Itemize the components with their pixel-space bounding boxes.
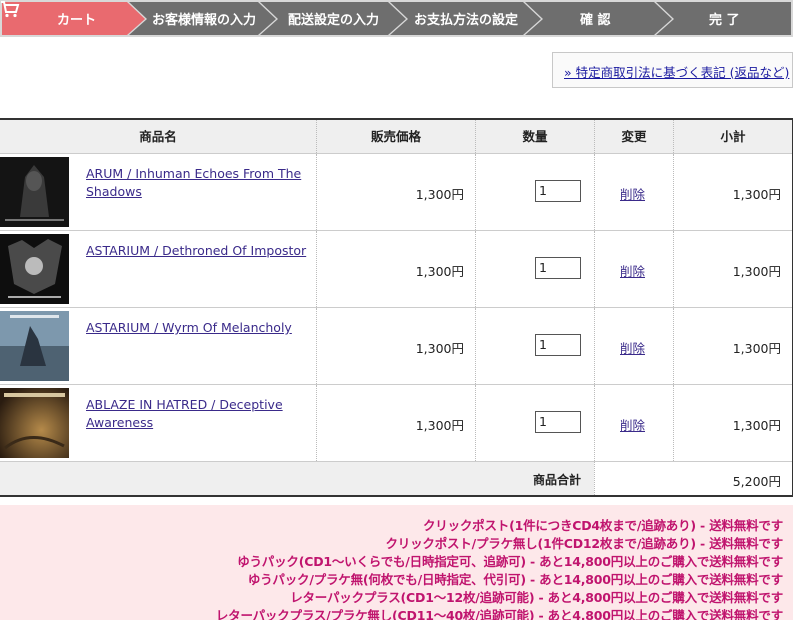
row-subtotal: 1,300円: [732, 341, 781, 356]
checkout-steps: カート お客様情報の入力 配送設定の入力 お支払方法の設定 確 認 完 了: [0, 0, 793, 37]
product-name-link[interactable]: ARUM / Inhuman Echoes From The Shadows: [86, 165, 308, 201]
legal-notice-box: » 特定商取引法に基づく表記 (返品など): [552, 52, 793, 88]
step-cart-label: カート: [57, 13, 97, 28]
quantity-input[interactable]: 1: [535, 257, 581, 279]
table-row: ABLAZE IN HATRED / Deceptive Awareness 1…: [0, 385, 792, 462]
header-change: 変更: [594, 120, 673, 153]
shipping-note: クリックポスト/プラケ無し(1件CD12枚まで/追跡あり) - 送料無料です: [385, 536, 784, 551]
step-customer-label: お客様情報の入力: [152, 13, 257, 28]
legal-notice-link[interactable]: » 特定商取引法に基づく表記 (返品など): [564, 62, 789, 81]
step-complete-label: 完 了: [709, 13, 740, 28]
delete-link[interactable]: 削除: [620, 261, 645, 280]
product-thumbnail[interactable]: [0, 311, 69, 381]
step-delivery-label: 配送設定の入力: [288, 13, 380, 28]
header-product: 商品名: [139, 129, 177, 144]
shipping-note: レターパックプラス(CD1～12枚/追跡可能) - あと4,800円以上のご購入…: [290, 590, 783, 605]
header-price: 販売価格: [316, 120, 475, 153]
cart-table: 商品名 販売価格 数量 変更 小計 ARUM / Inhuman Echoes …: [0, 118, 793, 497]
table-row: ASTARIUM / Wyrm Of Melancholy 1,300円 1 削…: [0, 308, 792, 385]
product-thumbnail[interactable]: [0, 388, 69, 458]
product-thumbnail[interactable]: [0, 157, 69, 227]
total-row: 商品合計 5,200円: [0, 462, 792, 495]
row-subtotal: 1,300円: [732, 187, 781, 202]
header-subtotal: 小計: [673, 120, 792, 153]
step-confirm-label: 確 認: [580, 13, 611, 28]
quantity-input[interactable]: 1: [535, 411, 581, 433]
quantity-input[interactable]: 1: [535, 180, 581, 202]
table-row: ARUM / Inhuman Echoes From The Shadows 1…: [0, 154, 792, 231]
delete-link[interactable]: 削除: [620, 184, 645, 203]
product-name-link[interactable]: ASTARIUM / Wyrm Of Melancholy: [86, 319, 308, 337]
table-header: 商品名 販売価格 数量 変更 小計: [0, 120, 792, 154]
shipping-note: クリックポスト(1件につきCD4枚まで/追跡あり) - 送料無料です: [422, 518, 783, 533]
quantity-input[interactable]: 1: [535, 334, 581, 356]
delete-link[interactable]: 削除: [620, 338, 645, 357]
table-row: ASTARIUM / Dethroned Of Impostor 1,300円 …: [0, 231, 792, 308]
product-price: 1,300円: [415, 418, 464, 433]
shipping-notice-box: クリックポスト(1件につきCD4枚まで/追跡あり) - 送料無料です クリックポ…: [0, 505, 793, 620]
product-price: 1,300円: [415, 341, 464, 356]
delete-link[interactable]: 削除: [620, 415, 645, 434]
product-thumbnail[interactable]: [0, 234, 69, 304]
shipping-note: ゆうパック/プラケ無(何枚でも/日時指定、代引可) - あと14,800円以上の…: [247, 572, 783, 587]
total-value: 5,200円: [732, 474, 781, 489]
product-name-link[interactable]: ASTARIUM / Dethroned Of Impostor: [86, 242, 308, 260]
product-price: 1,300円: [415, 187, 464, 202]
steps-shapes: [2, 2, 791, 35]
cart-icon: [1, 0, 20, 18]
row-subtotal: 1,300円: [732, 264, 781, 279]
header-qty: 数量: [475, 120, 594, 153]
shipping-note: レターパックプラス/プラケ無し(CD11～40枚/追跡可能) - あと4,800…: [215, 608, 783, 620]
total-label: 商品合計: [532, 473, 581, 487]
product-price: 1,300円: [415, 264, 464, 279]
row-subtotal: 1,300円: [732, 418, 781, 433]
step-payment-label: お支払方法の設定: [414, 13, 519, 28]
shipping-note: ゆうパック(CD1～いくらでも/日時指定可、追跡可) - あと14,800円以上…: [237, 554, 783, 569]
product-name-link[interactable]: ABLAZE IN HATRED / Deceptive Awareness: [86, 396, 308, 432]
